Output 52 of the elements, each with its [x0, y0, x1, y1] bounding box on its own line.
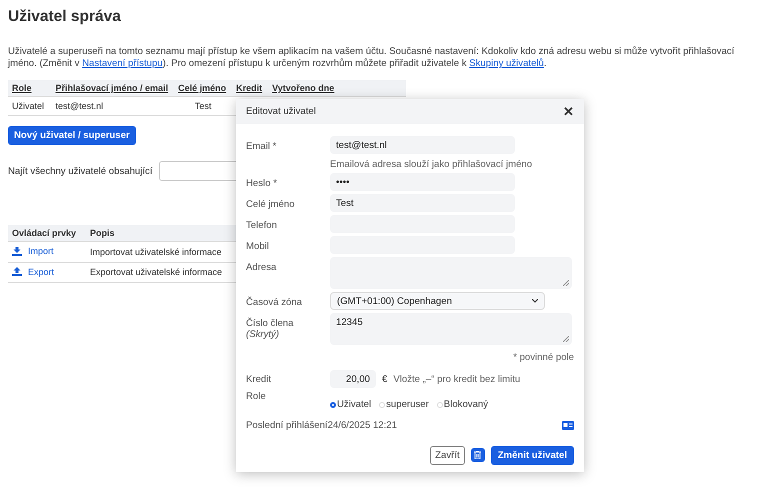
download-icon — [12, 246, 22, 256]
role-radio[interactable]: Blokovaný — [436, 399, 488, 410]
field-hint: Emailová adresa slouží jako přihlašovací jméno — [330, 159, 534, 170]
close-button[interactable]: ✕ — [563, 104, 574, 119]
input-field[interactable]: •••• — [330, 173, 515, 191]
field-label: Kredit — [246, 374, 272, 384]
last-login-text: Poslední přihlášení24/6/2025 12:21 — [246, 420, 397, 430]
field-label: Číslo člena (Skrytý) — [246, 316, 294, 340]
field-label: Celé jméno — [246, 198, 296, 210]
close-dialog-button[interactable]: Zavřít — [430, 446, 465, 464]
export-link[interactable]: Export — [12, 266, 54, 276]
new-user-button[interactable]: Nový uživatel / superuser — [8, 126, 136, 145]
field-label: Časová zóna — [246, 296, 303, 308]
role-radio[interactable]: Uživatel — [330, 399, 372, 410]
field-label: Role — [246, 391, 267, 402]
currency-label: € — [382, 374, 388, 384]
import-link[interactable]: Import — [12, 246, 54, 256]
field-label: Email * — [246, 140, 278, 152]
text-area[interactable]: 12345 — [330, 313, 572, 345]
input-field[interactable]: Test — [330, 194, 515, 212]
trash-icon — [474, 451, 482, 459]
chevron-down-icon — [532, 299, 538, 303]
column-header: Popis — [90, 228, 115, 238]
delete-button[interactable] — [470, 448, 485, 462]
page-title: Uživatel správa — [8, 8, 122, 26]
access-settings-link[interactable]: Nastavení přístupu — [82, 58, 163, 69]
timezone-select[interactable]: (GMT+01:00) Copenhagen — [330, 292, 545, 310]
upload-icon — [12, 267, 22, 276]
table-cell: Uživatel — [12, 101, 44, 111]
field-label: Telefon — [246, 219, 278, 231]
intro-paragraph: Uživatelé a superuseři na tomto seznamu mají přístup ke všem aplikacím na vašem účtu. Současné nastavení: Kdokoliv kdo zná adresu webu si může vytvořit přihlašovací jméno. (Změnit v Nastavení přístupu). Pro omezení přístupu k určeným rozvrhům můžete přiřadit uživatele k Skupiny uživatelů. — [8, 46, 736, 70]
search-label: Najít všechny uživatelé obsahující — [8, 166, 153, 176]
field-label: Mobil — [246, 240, 270, 252]
credit-field[interactable]: 20,00 — [330, 370, 376, 388]
credit-note: Vložte „–“ pro kredit bez limitu — [393, 374, 520, 384]
input-field[interactable]: test@test.nl — [330, 136, 515, 154]
save-user-button[interactable]: Změnit uživatel — [490, 446, 574, 464]
field-label: Heslo * — [246, 177, 278, 189]
table-cell: Test — [194, 101, 212, 111]
required-note: * povinné pole — [513, 352, 574, 363]
table-cell: Importovat uživatelské informace — [90, 246, 222, 257]
resize-grip-icon — [563, 280, 569, 286]
text-area[interactable] — [330, 257, 572, 289]
id-card-icon[interactable] — [562, 420, 574, 430]
field-label: Adresa — [246, 261, 278, 273]
role-radio[interactable]: superuser — [379, 399, 429, 410]
user-groups-link[interactable]: Skupiny uživatelů — [469, 58, 544, 69]
table-cell: test@test.nl — [56, 101, 104, 111]
column-header: Ovládací prvky — [12, 228, 76, 238]
table-cell: Exportovat uživatelské informace — [90, 267, 222, 278]
dialog-title: Editovat uživatel — [246, 106, 316, 117]
resize-grip-icon — [563, 336, 569, 342]
